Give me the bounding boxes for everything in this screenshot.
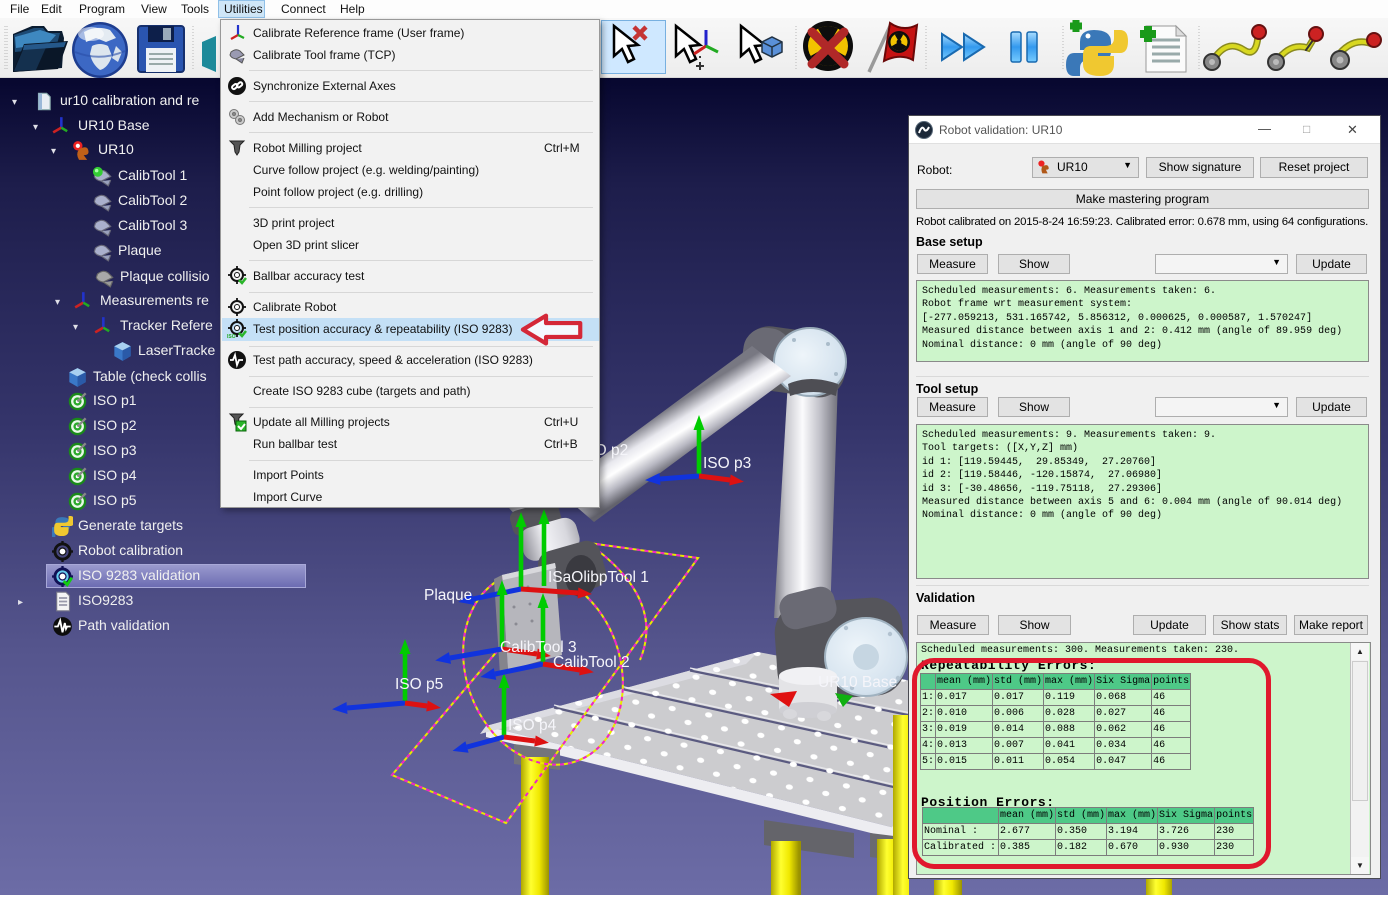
svg-text:ISaOlibpTool 1: ISaOlibpTool 1 <box>548 569 649 586</box>
svg-text:ISO p5: ISO p5 <box>395 676 443 693</box>
svg-text:Plaque: Plaque <box>424 587 472 604</box>
svg-text:UR10 Base: UR10 Base <box>818 674 897 691</box>
svg-text:ISO p4: ISO p4 <box>508 717 557 734</box>
svg-text:CalibTool 2: CalibTool 2 <box>553 654 630 671</box>
svg-text:ISO p3: ISO p3 <box>703 455 751 472</box>
svg-text:ISO: ISO <box>227 334 236 339</box>
